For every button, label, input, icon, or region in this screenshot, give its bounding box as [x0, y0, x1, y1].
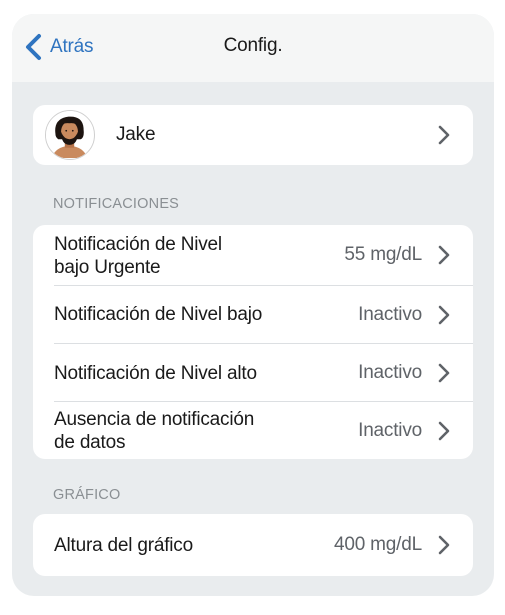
- chevron-right-icon: [438, 363, 450, 383]
- urgent-low-label-line2: bajo Urgente: [54, 257, 161, 278]
- no-data-label-line1: Ausencia de notificación: [54, 409, 255, 430]
- notifications-list: Notificación de Nivel bajo Urgente 55 mg…: [33, 225, 473, 459]
- graph-settings-list: Altura del gráfico 400 mg/dL: [33, 514, 473, 576]
- list-item-urgent-low[interactable]: Notificación de Nivel bajo Urgente 55 mg…: [33, 225, 473, 285]
- urgent-low-label: Notificación de Nivel bajo Urgente: [54, 233, 222, 279]
- list-item-low[interactable]: Notificación de Nivel bajo Inactivo: [33, 286, 473, 343]
- avatar: [45, 110, 95, 160]
- section-header-graph: GRÁFICO: [53, 487, 121, 503]
- list-item-high[interactable]: Notificación de Nivel alto Inactivo: [33, 344, 473, 401]
- list-item-no-data[interactable]: Ausencia de notificación de datos Inacti…: [33, 402, 473, 459]
- no-data-value: Inactivo: [358, 420, 422, 441]
- low-value: Inactivo: [358, 304, 422, 325]
- urgent-low-label-line1: Notificación de Nivel: [54, 234, 222, 255]
- no-data-label-line2: de datos: [54, 432, 126, 453]
- graph-height-label: Altura del gráfico: [54, 535, 193, 556]
- navigation-bar: Atrás Config.: [12, 14, 494, 82]
- list-item-graph-height[interactable]: Altura del gráfico 400 mg/dL: [33, 514, 473, 576]
- chevron-right-icon: [438, 125, 450, 145]
- low-label: Notificación de Nivel bajo: [54, 304, 263, 325]
- chevron-right-icon: [438, 421, 450, 441]
- profile-row[interactable]: Jake: [33, 105, 473, 165]
- section-header-notifications: NOTIFICACIONES: [53, 196, 180, 212]
- no-data-label: Ausencia de notificación de datos: [54, 408, 254, 454]
- profile-name: Jake: [116, 124, 156, 145]
- urgent-low-value: 55 mg/dL: [344, 244, 422, 265]
- chevron-right-icon: [438, 245, 450, 265]
- settings-screen: Atrás Config. Jake NOTIFICACIONES Notifi…: [12, 14, 494, 596]
- high-label: Notificación de Nivel alto: [54, 363, 257, 384]
- graph-height-value: 400 mg/dL: [334, 534, 422, 555]
- chevron-right-icon: [438, 305, 450, 325]
- chevron-right-icon: [438, 535, 450, 555]
- page-title: Config.: [223, 35, 283, 56]
- high-value: Inactivo: [358, 362, 422, 383]
- user-avatar-icon: [46, 111, 93, 158]
